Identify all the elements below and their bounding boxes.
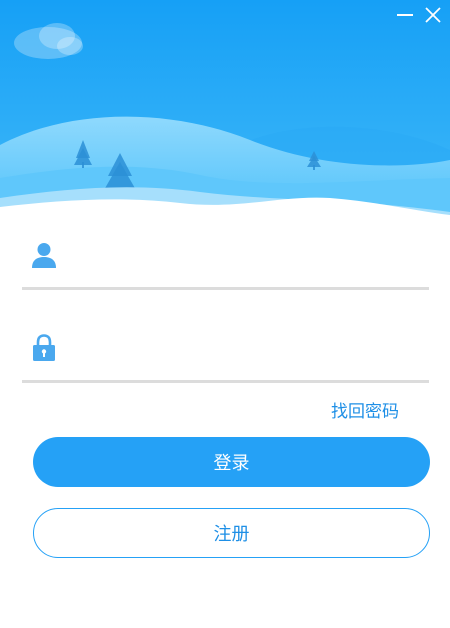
register-button-label: 注册 — [213, 524, 250, 545]
username-input[interactable] — [74, 241, 418, 275]
forgot-password-link[interactable]: 找回密码 — [331, 397, 399, 422]
lock-icon — [33, 334, 55, 361]
login-button[interactable]: 登录 — [33, 437, 430, 487]
password-input[interactable] — [74, 334, 418, 368]
close-icon — [425, 7, 441, 23]
login-button-label: 登录 — [213, 453, 250, 474]
minimize-button[interactable] — [394, 4, 416, 26]
register-button[interactable]: 注册 — [33, 508, 430, 558]
user-icon — [32, 243, 56, 268]
minimize-icon — [397, 14, 413, 16]
close-button[interactable] — [422, 4, 444, 26]
login-window: 找回密码 登录 注册 — [0, 0, 450, 628]
password-field — [22, 330, 429, 383]
username-field — [22, 237, 429, 290]
window-controls — [394, 4, 444, 26]
header-banner-illustration — [0, 0, 450, 220]
